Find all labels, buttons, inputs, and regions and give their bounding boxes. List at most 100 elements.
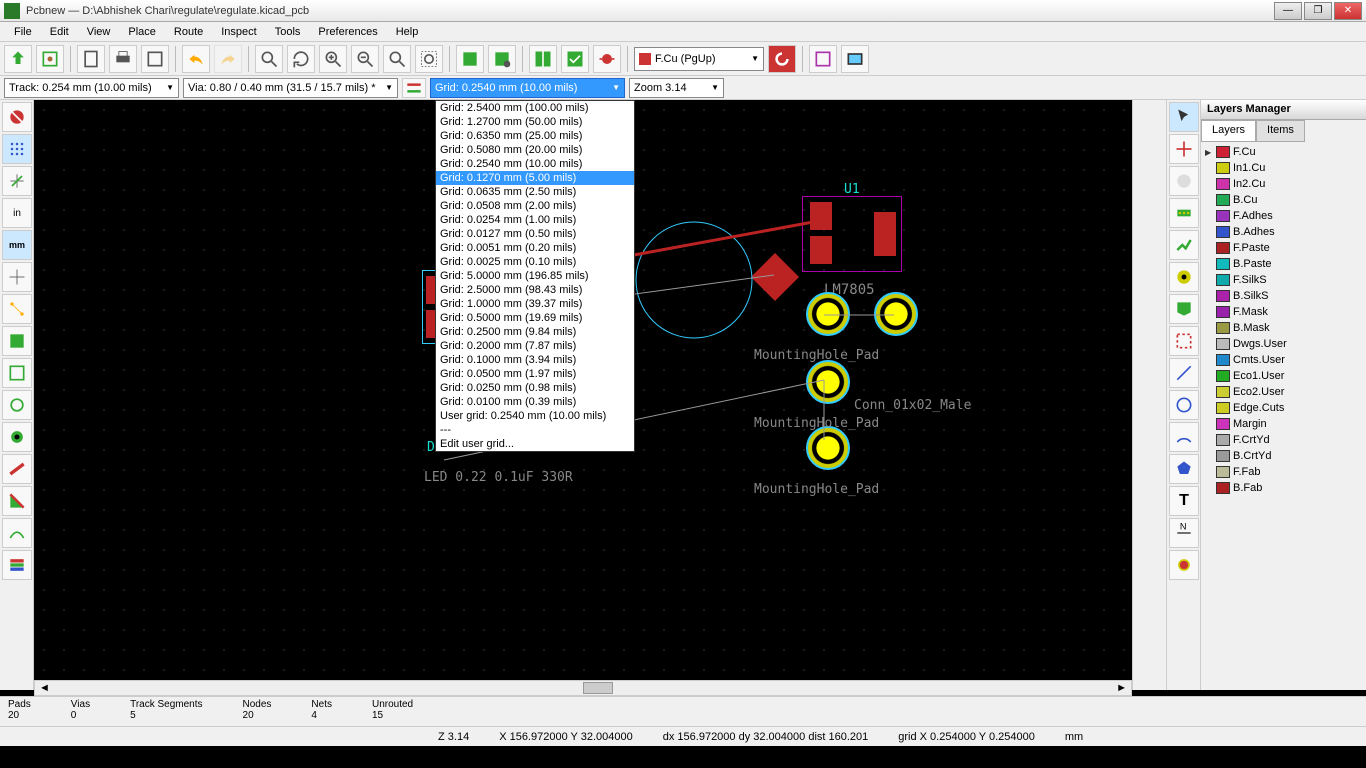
horizontal-scrollbar[interactable]: ◄ ► <box>34 680 1132 696</box>
layer-pair-icon[interactable] <box>768 45 796 73</box>
grid-select[interactable]: Grid: 0.2540 mm (10.00 mils) ▼ <box>430 78 625 98</box>
undo-icon[interactable] <box>182 45 210 73</box>
menu-place[interactable]: Place <box>120 24 164 40</box>
grid-option[interactable]: Grid: 0.0635 mm (2.50 mils) <box>436 185 634 199</box>
grid-option[interactable]: Grid: 0.2500 mm (9.84 mils) <box>436 325 634 339</box>
zoom-selection-icon[interactable] <box>415 45 443 73</box>
plot-icon[interactable] <box>141 45 169 73</box>
via-outline-icon[interactable] <box>2 422 32 452</box>
layer-row[interactable]: B.Mask <box>1203 320 1364 336</box>
layer-row[interactable]: F.Paste <box>1203 240 1364 256</box>
zoom-redraw-icon[interactable] <box>255 45 283 73</box>
layer-row[interactable]: B.SilkS <box>1203 288 1364 304</box>
add-dimension-icon[interactable]: N <box>1169 518 1199 548</box>
add-via-icon[interactable] <box>1169 262 1199 292</box>
grid-option[interactable]: Grid: 0.0025 mm (0.10 mils) <box>436 255 634 269</box>
refresh-icon[interactable] <box>287 45 315 73</box>
layer-row[interactable]: F.Mask <box>1203 304 1364 320</box>
zoom-in-icon[interactable] <box>319 45 347 73</box>
high-contrast-icon[interactable] <box>2 486 32 516</box>
update-pcb-icon[interactable] <box>529 45 557 73</box>
zoom-fit-icon[interactable] <box>383 45 411 73</box>
add-keepout-icon[interactable] <box>1169 326 1199 356</box>
menu-help[interactable]: Help <box>388 24 427 40</box>
minimize-button[interactable]: — <box>1274 2 1302 20</box>
menu-route[interactable]: Route <box>166 24 211 40</box>
menu-view[interactable]: View <box>79 24 119 40</box>
grid-option[interactable]: Grid: 2.5400 mm (100.00 mils) <box>436 101 634 115</box>
layer-row[interactable]: In1.Cu <box>1203 160 1364 176</box>
draw-circle-icon[interactable] <box>1169 390 1199 420</box>
auto-track-width-icon[interactable] <box>402 78 426 98</box>
page-settings-icon[interactable] <box>77 45 105 73</box>
show-filled-zones-icon[interactable] <box>2 326 32 356</box>
menu-file[interactable]: File <box>6 24 40 40</box>
show-ratsnest-icon[interactable] <box>809 45 837 73</box>
script-console-icon[interactable] <box>841 45 869 73</box>
show-zone-outlines-icon[interactable] <box>2 358 32 388</box>
grid-option[interactable]: Grid: 0.5080 mm (20.00 mils) <box>436 143 634 157</box>
grid-option[interactable]: Grid: 0.2540 mm (10.00 mils) <box>436 157 634 171</box>
draw-polygon-icon[interactable] <box>1169 454 1199 484</box>
grid-option[interactable]: Grid: 0.0508 mm (2.00 mils) <box>436 199 634 213</box>
layer-row[interactable]: ▶ F.Cu <box>1203 144 1364 160</box>
add-zone-icon[interactable] <box>1169 294 1199 324</box>
redo-icon[interactable] <box>214 45 242 73</box>
layer-row[interactable]: Edge.Cuts <box>1203 400 1364 416</box>
grid-option[interactable]: Grid: 0.0100 mm (0.39 mils) <box>436 395 634 409</box>
grid-option[interactable]: Grid: 0.0127 mm (0.50 mils) <box>436 227 634 241</box>
grid-option[interactable]: --- <box>436 423 634 437</box>
layer-select[interactable]: F.Cu (PgUp) ▼ <box>634 47 764 71</box>
menu-inspect[interactable]: Inspect <box>213 24 264 40</box>
layer-row[interactable]: Eco1.User <box>1203 368 1364 384</box>
add-footprint-icon[interactable] <box>1169 198 1199 228</box>
layer-row[interactable]: F.Adhes <box>1203 208 1364 224</box>
grid-option[interactable]: Grid: 0.0500 mm (1.97 mils) <box>436 367 634 381</box>
scroll-thumb[interactable] <box>583 682 613 694</box>
layer-row[interactable]: Dwgs.User <box>1203 336 1364 352</box>
grid-option[interactable]: Grid: 0.0051 mm (0.20 mils) <box>436 241 634 255</box>
grid-option[interactable]: Grid: 0.0250 mm (0.98 mils) <box>436 381 634 395</box>
track-outline-icon[interactable] <box>2 454 32 484</box>
show-ratsnest-toggle-icon[interactable] <box>2 294 32 324</box>
grid-option[interactable]: Grid: 1.0000 mm (39.37 mils) <box>436 297 634 311</box>
add-text-icon[interactable]: T <box>1169 486 1199 516</box>
layer-row[interactable]: F.Fab <box>1203 464 1364 480</box>
draw-arc-icon[interactable] <box>1169 422 1199 452</box>
layer-row[interactable]: Margin <box>1203 416 1364 432</box>
route-track-icon[interactable] <box>1169 230 1199 260</box>
highlight-net-icon[interactable] <box>1169 134 1199 164</box>
grid-option[interactable]: Grid: 0.6350 mm (25.00 mils) <box>436 129 634 143</box>
menu-tools[interactable]: Tools <box>267 24 309 40</box>
select-tool-icon[interactable] <box>1169 102 1199 132</box>
layer-row[interactable]: B.CrtYd <box>1203 448 1364 464</box>
drc-off-icon[interactable] <box>2 102 32 132</box>
close-button[interactable]: ✕ <box>1334 2 1362 20</box>
cursor-shape-icon[interactable] <box>2 262 32 292</box>
layer-row[interactable]: F.SilkS <box>1203 272 1364 288</box>
draw-line-icon[interactable] <box>1169 358 1199 388</box>
tab-layers[interactable]: Layers <box>1201 120 1256 142</box>
track-width-select[interactable]: Track: 0.254 mm (10.00 mils) ▼ <box>4 78 179 98</box>
grid-option[interactable]: Grid: 0.1270 mm (5.00 mils) <box>436 171 634 185</box>
grid-option[interactable]: Grid: 1.2700 mm (50.00 mils) <box>436 115 634 129</box>
show-grid-icon[interactable] <box>2 134 32 164</box>
footprint-editor-icon[interactable] <box>488 45 516 73</box>
grid-option[interactable]: Grid: 0.1000 mm (3.94 mils) <box>436 353 634 367</box>
grid-option[interactable]: Grid: 0.2000 mm (7.87 mils) <box>436 339 634 353</box>
layer-row[interactable]: B.Fab <box>1203 480 1364 496</box>
bug-icon[interactable] <box>593 45 621 73</box>
via-size-select[interactable]: Via: 0.80 / 0.40 mm (31.5 / 15.7 mils) *… <box>183 78 398 98</box>
grid-option[interactable]: User grid: 0.2540 mm (10.00 mils) <box>436 409 634 423</box>
layer-row[interactable]: Eco2.User <box>1203 384 1364 400</box>
units-inch-icon[interactable]: in <box>2 198 32 228</box>
grid-option[interactable]: Grid: 0.0254 mm (1.00 mils) <box>436 213 634 227</box>
local-ratsnest-icon[interactable] <box>1169 166 1199 196</box>
place-origin-icon[interactable] <box>1169 550 1199 580</box>
layer-row[interactable]: B.Paste <box>1203 256 1364 272</box>
grid-dropdown[interactable]: Grid: 2.5400 mm (100.00 mils)Grid: 1.270… <box>435 100 635 452</box>
curved-ratsnest-icon[interactable] <box>2 518 32 548</box>
layer-row[interactable]: B.Cu <box>1203 192 1364 208</box>
polar-coords-icon[interactable] <box>2 166 32 196</box>
grid-option[interactable]: Grid: 2.5000 mm (98.43 mils) <box>436 283 634 297</box>
